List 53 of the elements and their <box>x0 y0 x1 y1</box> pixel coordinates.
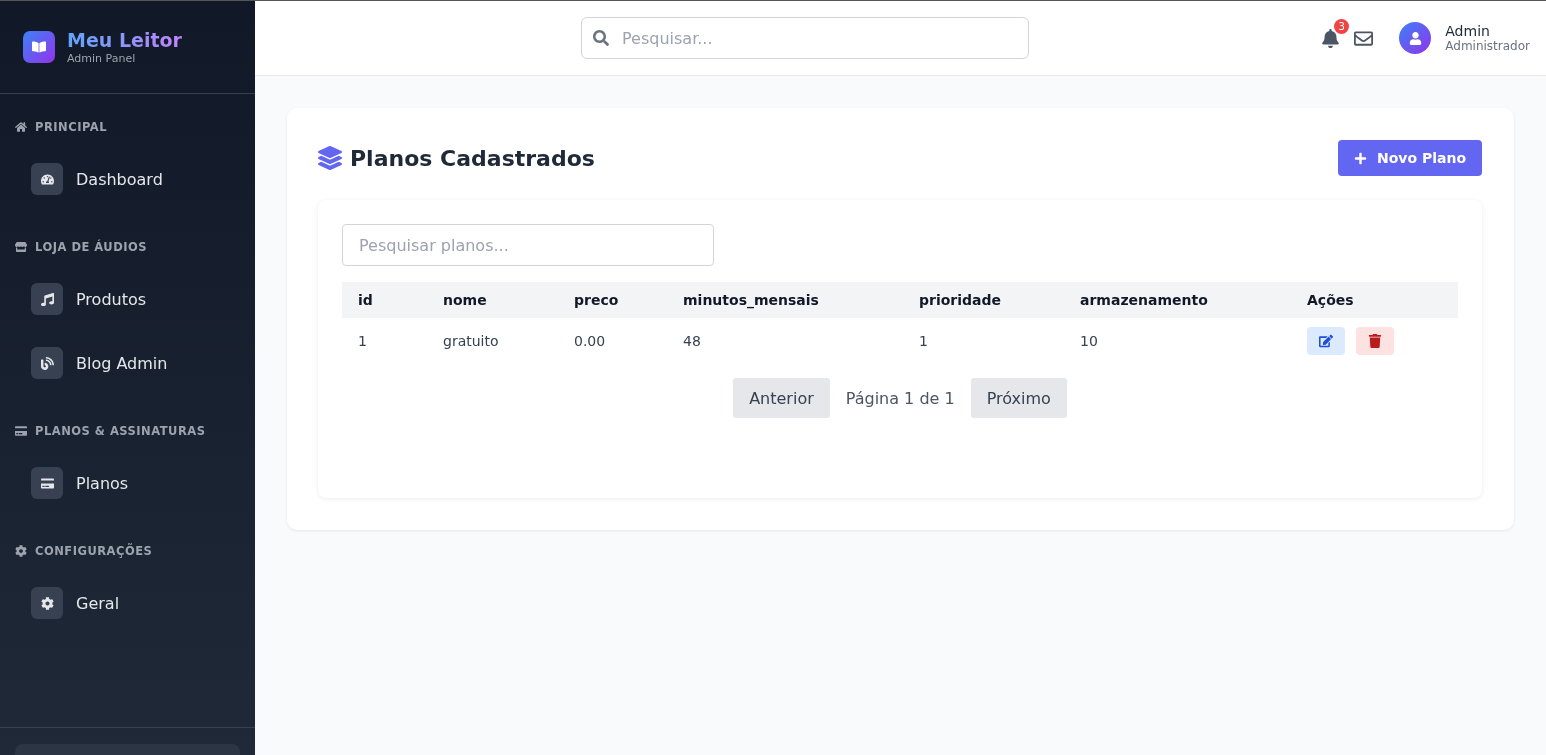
sidebar-item[interactable]: Planos <box>31 467 255 499</box>
column-header: minutos_mensais <box>667 282 903 318</box>
page-info: Página 1 de 1 <box>845 388 955 408</box>
table-cell: 48 <box>667 318 903 364</box>
column-header: preco <box>558 282 667 318</box>
column-header: id <box>342 282 427 318</box>
column-header: prioridade <box>903 282 1064 318</box>
layers-icon <box>318 146 342 170</box>
column-header: Ações <box>1291 282 1458 318</box>
user-role: Administrador <box>1445 39 1530 53</box>
delete-button[interactable] <box>1356 327 1394 355</box>
credit-card-icon <box>31 467 63 499</box>
search-field[interactable]: Pesquisar... <box>581 17 1029 59</box>
search-plans-field[interactable]: Pesquisar planos... <box>342 224 714 266</box>
sidebar-item[interactable]: Blog Admin <box>31 347 255 379</box>
table-cell: gratuito <box>427 318 558 364</box>
section-title: CONFIGURAÇÕES <box>35 544 153 558</box>
table-cell: 10 <box>1064 318 1291 364</box>
envelope-icon[interactable] <box>1354 28 1374 48</box>
music-note-icon <box>31 283 63 315</box>
edit-button[interactable] <box>1307 327 1345 355</box>
table-cell: 1 <box>342 318 427 364</box>
search-icon <box>593 30 609 46</box>
edit-icon <box>1319 334 1333 348</box>
blog-icon <box>31 347 63 379</box>
gauge-icon <box>31 163 63 195</box>
user-name: Admin <box>1445 23 1491 39</box>
sidebar-item[interactable]: Dashboard <box>31 163 255 195</box>
column-header: nome <box>427 282 558 318</box>
plus-icon <box>1353 151 1367 165</box>
section-title: LOJA DE ÁUDIOS <box>35 240 148 254</box>
column-header: armazenamento <box>1064 282 1291 318</box>
bell-icon[interactable] <box>1321 28 1341 48</box>
sidebar-item[interactable]: Geral <box>31 587 255 619</box>
section-title: PLANOS & ASSINATURAS <box>35 424 206 438</box>
table-cell: 1 <box>903 318 1064 364</box>
home-icon <box>15 121 27 133</box>
gear-icon <box>15 545 27 557</box>
trash-icon <box>1368 334 1382 348</box>
store-icon <box>15 241 27 253</box>
gear-icon <box>31 587 63 619</box>
brand-subtitle: Admin Panel <box>67 51 137 65</box>
book-logo-icon <box>23 31 55 63</box>
notification-count: 3 <box>1334 18 1350 34</box>
credit-card-icon <box>15 425 27 437</box>
table-cell: 0.00 <box>558 318 667 364</box>
new-plan-button[interactable]: Novo Plano <box>1337 140 1482 176</box>
avatar[interactable] <box>1399 22 1432 54</box>
section-title: PRINCIPAL <box>35 120 107 134</box>
next-button[interactable]: Próximo <box>970 378 1067 418</box>
page-title: Planos Cadastrados <box>350 145 595 171</box>
sidebar-item[interactable]: Produtos <box>31 283 255 315</box>
previous-button[interactable]: Anterior <box>733 378 830 418</box>
